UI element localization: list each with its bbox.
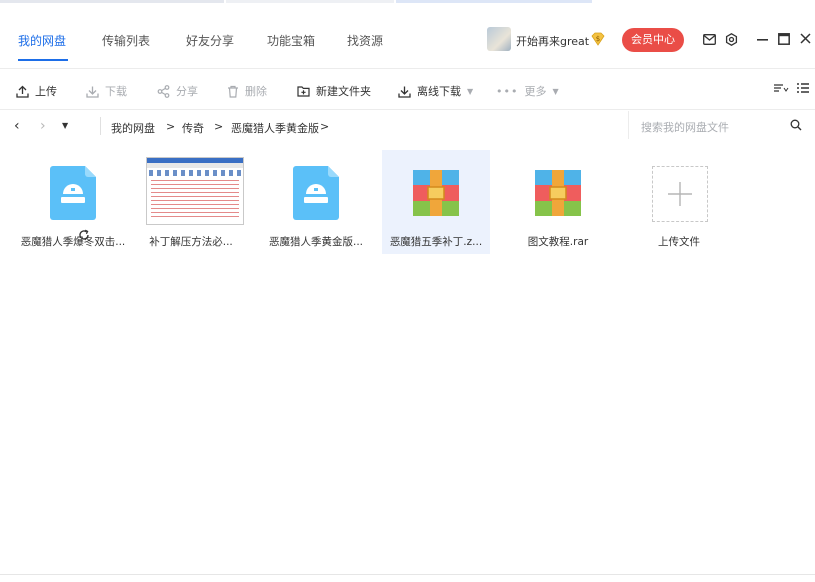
upload-icon	[16, 85, 29, 98]
header: 我的网盘 传输列表 好友分享 功能宝箱 找资源 开始再来great $ 会员中心	[0, 8, 815, 69]
ellipsis-icon: •••	[496, 84, 519, 98]
sort-button[interactable]	[773, 82, 789, 94]
sort-icon	[774, 84, 789, 92]
background-tab	[0, 0, 224, 3]
archive-icon	[413, 170, 459, 216]
tab-friend-share[interactable]: 好友分享	[186, 32, 234, 49]
title-strip	[0, 0, 815, 6]
file-item[interactable]: 恶魔猎五季补丁.z...	[382, 150, 490, 254]
breadcrumb-separator: >	[320, 120, 330, 133]
search-placeholder: 搜索我的网盘文件	[641, 121, 729, 134]
avatar[interactable]	[487, 27, 511, 51]
minimize-icon[interactable]	[757, 39, 768, 41]
member-center-button[interactable]: 会员中心	[622, 28, 684, 52]
file-item[interactable]: 补丁解压方法必...	[137, 150, 245, 254]
upload-label: 上传	[35, 85, 57, 98]
chevron-down-icon: ▼	[552, 86, 559, 96]
settings-icon[interactable]	[725, 33, 738, 46]
search-box[interactable]: 搜索我的网盘文件	[628, 111, 809, 139]
chevron-down-icon[interactable]: ▼	[467, 87, 473, 96]
download-button[interactable]: 下载	[86, 83, 127, 99]
list-view-icon	[797, 83, 809, 93]
download-label: 下载	[105, 85, 127, 98]
download-icon	[86, 86, 99, 98]
back-icon[interactable]: ‹	[14, 118, 20, 134]
file-item[interactable]: 图文教程.rar	[504, 150, 612, 254]
vip-badge-icon: $	[591, 32, 605, 46]
breadcrumb-item[interactable]: 我的网盘	[111, 120, 155, 136]
offline-download-label: 离线下载	[417, 85, 461, 98]
new-folder-icon	[297, 86, 310, 97]
more-button[interactable]: ••• 更多 ▼	[496, 83, 559, 99]
delete-label: 删除	[245, 85, 267, 98]
delete-button[interactable]: 删除	[227, 83, 267, 99]
share-button[interactable]: 分享	[157, 83, 198, 99]
image-thumbnail	[146, 157, 244, 225]
doc-icon	[293, 166, 339, 220]
tab-my-drive[interactable]: 我的网盘	[18, 32, 66, 49]
maximize-icon[interactable]	[778, 33, 790, 45]
file-name: 恶魔猎五季补丁.z...	[389, 236, 483, 248]
breadcrumb-item[interactable]: 传奇	[182, 120, 204, 136]
forward-icon[interactable]: ›	[40, 118, 46, 134]
username[interactable]: 开始再来great	[516, 33, 589, 49]
offline-download-icon	[398, 86, 411, 98]
mail-icon[interactable]	[703, 34, 716, 45]
breadcrumb-item[interactable]: 恶魔猎人季黄金版	[231, 120, 319, 136]
file-name: 补丁解压方法必...	[149, 236, 233, 248]
divider	[0, 574, 815, 575]
breadcrumb-separator: >	[214, 120, 224, 133]
upload-button[interactable]: 上传	[16, 83, 57, 99]
tab-transfer-list[interactable]: 传输列表	[102, 32, 150, 49]
more-label: 更多	[524, 85, 547, 98]
plus-icon	[668, 182, 692, 206]
active-tab-indicator	[18, 59, 68, 61]
tab-toolbox[interactable]: 功能宝箱	[267, 32, 315, 49]
toolbar: 上传 下载 分享 删除 新建文件夹 离线下载 ▼ ••• 更多 ▼	[0, 69, 815, 110]
svg-text:$: $	[596, 35, 600, 43]
tab-find-resources[interactable]: 找资源	[347, 32, 383, 49]
file-name: 图文教程.rar	[527, 236, 589, 248]
history-dropdown-icon[interactable]: ▼	[62, 121, 68, 130]
archive-icon	[535, 170, 581, 216]
background-tab	[396, 0, 592, 3]
file-item[interactable]: 恶魔猎人季黄金版...	[262, 150, 370, 254]
upload-file-tile[interactable]: 上传文件	[625, 150, 733, 254]
file-item[interactable]: 恶魔猎人季爆冬双击...	[19, 150, 127, 254]
file-name: 上传文件	[658, 236, 700, 248]
upload-box	[652, 166, 708, 222]
file-name: 恶魔猎人季黄金版...	[268, 236, 363, 248]
search-icon[interactable]	[790, 119, 802, 131]
trash-icon	[228, 85, 238, 98]
background-tab	[226, 0, 394, 3]
file-name: 恶魔猎人季爆冬双击...	[20, 236, 126, 248]
list-view-button[interactable]	[797, 82, 809, 94]
new-folder-label: 新建文件夹	[316, 85, 371, 98]
share-label: 分享	[176, 85, 198, 98]
breadcrumb-separator: >	[166, 120, 176, 133]
close-icon[interactable]	[800, 33, 811, 44]
offline-download-button[interactable]: 离线下载 ▼	[398, 83, 473, 99]
new-folder-button[interactable]: 新建文件夹	[297, 83, 371, 99]
divider	[100, 117, 101, 135]
share-icon	[157, 84, 170, 98]
doc-icon	[50, 166, 96, 220]
